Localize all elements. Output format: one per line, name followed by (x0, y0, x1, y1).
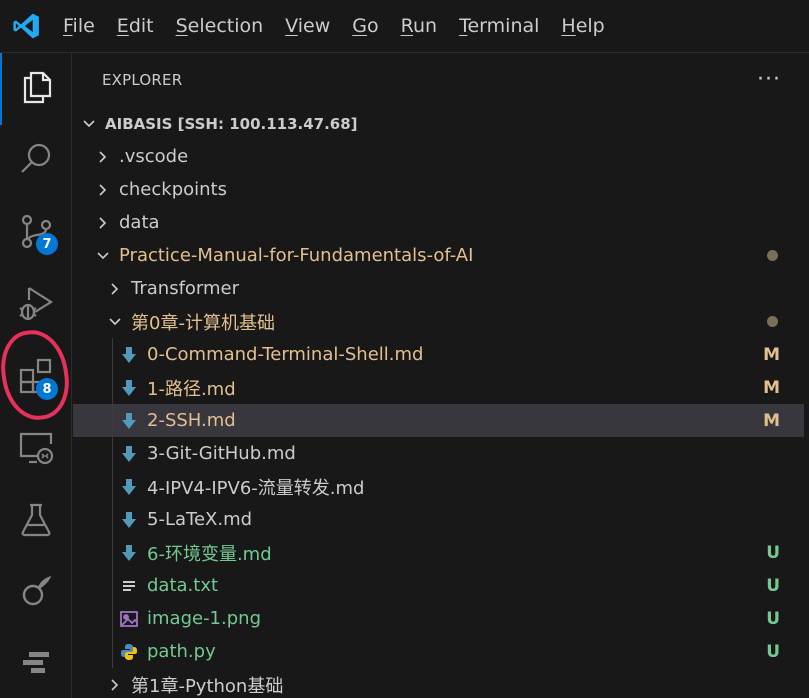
tree-item-label: 3-Git-GitHub.md (147, 443, 296, 464)
run-debug-icon (17, 284, 55, 326)
indent-guide (112, 338, 113, 668)
tree-file[interactable]: 5-LaTeX.md (73, 503, 804, 536)
menu-selection[interactable]: Selection (165, 0, 275, 53)
chevron-down-icon (95, 248, 111, 264)
git-status-badge: M (763, 377, 780, 398)
tree-item-label: 6-环境变量.md (147, 543, 272, 565)
chevron-right-icon (95, 215, 111, 231)
explorer-sidebar: EXPLORER ··· AIBASIS [SSH: 100.113.47.68… (73, 53, 809, 698)
tree-file[interactable]: 3-Git-GitHub.md (73, 437, 804, 470)
extension-custom-icon-2 (19, 646, 53, 684)
testing-icon (18, 501, 54, 541)
tree-item-label: 0-Command-Terminal-Shell.md (147, 344, 424, 365)
tree-file[interactable]: 1-路径.md M (73, 371, 804, 404)
tree-folder[interactable]: 第0章-计算机基础 (73, 305, 804, 338)
search-activity-button[interactable] (0, 125, 72, 197)
extension-custom-activity-button-2[interactable] (0, 629, 72, 698)
explorer-title: EXPLORER (102, 71, 183, 89)
menu-terminal[interactable]: Terminal (448, 0, 550, 53)
remote-explorer-icon (17, 428, 55, 470)
markdown-file-icon (119, 477, 139, 497)
python-file-icon (119, 642, 139, 662)
testing-activity-button[interactable] (0, 485, 72, 557)
tree-file[interactable]: path.py U (73, 635, 804, 668)
menu-bar: File Edit Selection View Go Run Terminal Help (52, 0, 616, 53)
chevron-right-icon (107, 677, 123, 693)
tree-item-label: checkpoints (119, 179, 227, 200)
activity-bar: 7 8 (0, 53, 74, 698)
tree-item-label: .vscode (119, 146, 189, 167)
vscode-logo-icon (0, 0, 52, 53)
tree-folder[interactable]: Practice-Manual-for-Fundamentals-of-AI (73, 239, 804, 272)
menu-edit[interactable]: Edit (106, 0, 165, 53)
extension-custom-activity-button[interactable] (0, 557, 72, 629)
text-file-icon (119, 576, 139, 596)
explorer-header: EXPLORER ··· (73, 53, 809, 107)
markdown-file-icon (119, 510, 139, 530)
tree-item-label: Practice-Manual-for-Fundamentals-of-AI (119, 245, 474, 266)
chevron-down-icon (81, 116, 97, 132)
remote-explorer-activity-button[interactable] (0, 413, 72, 485)
menu-run[interactable]: Run (390, 0, 448, 53)
tree-item-label: path.py (147, 641, 216, 662)
tree-folder[interactable]: checkpoints (73, 173, 804, 206)
files-icon (19, 69, 55, 109)
git-status-badge: M (763, 410, 780, 431)
tree-folder[interactable]: data (73, 206, 804, 239)
title-bar: File Edit Selection View Go Run Terminal Help (0, 0, 809, 53)
git-status-badge: U (766, 608, 780, 629)
workspace-root[interactable]: AIBASIS [SSH: 100.113.47.68] (73, 107, 804, 140)
git-status-badge: U (766, 641, 780, 662)
contains-changes-dot (767, 250, 778, 261)
menu-go[interactable]: Go (341, 0, 389, 53)
markdown-file-icon (119, 411, 139, 431)
markdown-file-icon (119, 543, 139, 563)
search-icon (18, 141, 54, 181)
tree-item-label: 第0章-计算机基础 (131, 312, 275, 334)
tree-item-label: 2-SSH.md (147, 410, 236, 431)
tree-folder[interactable]: .vscode (73, 140, 804, 173)
chevron-down-icon (107, 314, 123, 330)
git-status-badge: U (766, 575, 780, 596)
tree-item-label: 4-IPV4-IPV6-流量转发.md (147, 477, 365, 499)
tree-file[interactable]: 4-IPV4-IPV6-流量转发.md (73, 470, 804, 503)
contains-changes-dot (767, 316, 778, 327)
tree-file[interactable]: 2-SSH.md M (73, 404, 804, 437)
menu-view[interactable]: View (274, 0, 341, 53)
tree-folder[interactable]: 第1章-Python基础 (73, 668, 804, 698)
tree-item-label: image-1.png (147, 608, 261, 629)
tree-item-label: 第1章-Python基础 (131, 675, 284, 697)
tree-file[interactable]: data.txt U (73, 569, 804, 602)
tree-item-label: data.txt (147, 575, 219, 596)
git-status-badge: U (766, 542, 780, 563)
tree-file[interactable]: image-1.png U (73, 602, 804, 635)
image-file-icon (119, 609, 139, 629)
more-actions-icon[interactable]: ··· (757, 69, 781, 91)
git-status-badge: M (763, 344, 780, 365)
markdown-file-icon (119, 444, 139, 464)
workspace-root-label: AIBASIS [SSH: 100.113.47.68] (105, 114, 358, 133)
tree-file[interactable]: 0-Command-Terminal-Shell.md M (73, 338, 804, 371)
tree-item-label: data (119, 212, 160, 233)
markdown-file-icon (119, 345, 139, 365)
tree-item-label: 5-LaTeX.md (147, 509, 253, 530)
chevron-right-icon (95, 182, 111, 198)
chevron-right-icon (95, 149, 111, 165)
markdown-file-icon (119, 378, 139, 398)
menu-file[interactable]: File (52, 0, 106, 53)
chevron-right-icon (107, 281, 123, 297)
source-control-activity-button[interactable]: 7 (0, 197, 72, 269)
explorer-activity-button[interactable] (0, 53, 72, 125)
menu-help[interactable]: Help (550, 0, 615, 53)
tree-item-label: Transformer (131, 278, 240, 299)
source-control-badge: 7 (36, 233, 58, 255)
tree-item-label: 1-路径.md (147, 378, 236, 400)
tree-file[interactable]: 6-环境变量.md U (73, 536, 804, 569)
tree-folder[interactable]: Transformer (73, 272, 804, 305)
extension-custom-icon (19, 574, 53, 612)
